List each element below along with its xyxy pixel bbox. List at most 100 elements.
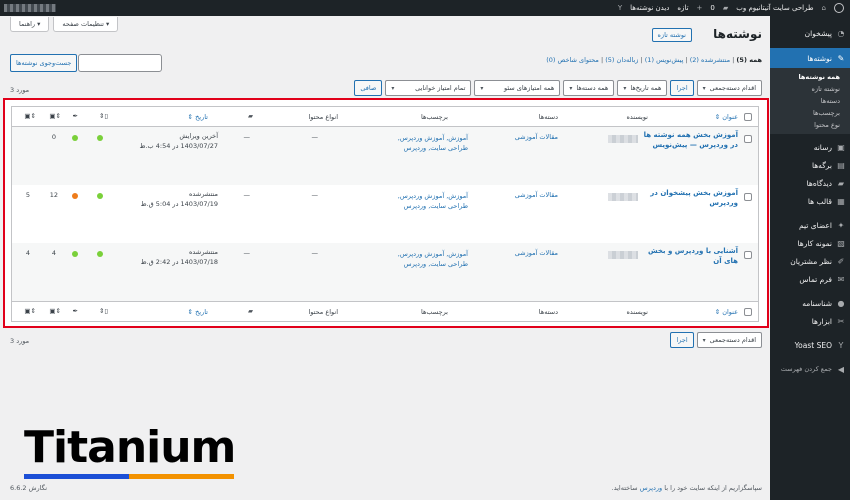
readability-column-icon[interactable]: ✒ — [73, 307, 78, 315]
filter-trash[interactable]: زباله‌دان (5) — [605, 56, 638, 64]
yoast-icon[interactable]: Y — [618, 4, 622, 12]
filter-all[interactable]: همه (5) — [736, 56, 762, 64]
readability-column-icon[interactable]: ✒ — [73, 112, 78, 120]
post-title-link[interactable]: آشنایی با وردپرس و بخش های آن — [638, 247, 738, 267]
post-content-type: — — [311, 249, 319, 257]
column-date-footer[interactable]: تاریخ ⇕ — [188, 308, 208, 316]
comment-icon[interactable]: ▰ — [723, 4, 728, 12]
column-title-footer[interactable]: عنوان ⇕ — [715, 308, 738, 316]
row-checkbox[interactable] — [744, 251, 752, 259]
post-title-link[interactable]: آموزش بخش پیشخوان در وردپرس — [638, 189, 738, 209]
menu-dashboard[interactable]: ◔ پیشخوان — [770, 24, 850, 42]
add-new-post-button[interactable]: نوشته تازه — [651, 28, 692, 42]
table-row: آموزش بخش پیشخوان در وردپرس مقالات آموزش… — [12, 185, 758, 243]
menu-pages[interactable]: ▤ برگه‌ها — [770, 156, 850, 174]
menu-portfolio[interactable]: ▧ نمونه کارها — [770, 234, 850, 252]
posts-table-highlight: عنوان ⇕ نویسنده دسته‌ها برچسب‌ها انواع م… — [3, 98, 769, 328]
post-date-value: 1403/07/19 در 5:04 ق.ظ — [140, 200, 218, 209]
seo-score-column-icon[interactable]: ▯⇕ — [99, 307, 108, 315]
post-category[interactable]: مقالات آموزشی — [515, 133, 558, 141]
post-tags[interactable]: آموزش, آموزش وردپرس, طراحی سایت, وردپرس — [388, 133, 468, 154]
search-posts-button[interactable]: جست‌وجوی نوشته‌ها — [10, 54, 78, 72]
menu-label: رسانه — [813, 142, 832, 152]
search-input[interactable] — [78, 54, 162, 72]
filter-cornerstone[interactable]: محتوای شاخص (0) — [546, 56, 599, 64]
select-all-checkbox-footer[interactable] — [744, 308, 752, 316]
menu-testimonials[interactable]: ✐ نظر مشتریان — [770, 252, 850, 270]
post-tags[interactable]: آموزش, آموزش وردپرس, طراحی سایت, وردپرس — [388, 249, 468, 270]
titanium-logo: Titanium — [24, 426, 236, 486]
collapse-menu-button[interactable]: ◀ جمع کردن فهرست — [770, 360, 850, 378]
incoming-links-column-icon[interactable]: ⇕▣ — [24, 112, 36, 120]
filter-published[interactable]: منتشرشده (2) — [690, 56, 730, 64]
menu-tools[interactable]: ✂ ابزارها — [770, 312, 850, 330]
incoming-links-column-icon[interactable]: ⇕▣ — [24, 307, 36, 315]
post-author[interactable] — [608, 193, 638, 201]
menu-templates[interactable]: ▦ قالب ها — [770, 192, 850, 210]
submenu-categories[interactable]: دسته‌ها — [770, 95, 850, 107]
submenu-add-new[interactable]: نوشته تازه — [770, 83, 850, 95]
post-author[interactable] — [608, 251, 638, 259]
internal-links-column-icon[interactable]: ⇕▣ — [49, 112, 61, 120]
menu-label: Yoast SEO — [794, 340, 832, 350]
screen-options-label: تنظیمات صفحه — [62, 20, 104, 28]
help-button[interactable]: راهنما ▾ — [10, 17, 50, 32]
screen-options-button[interactable]: تنظیمات صفحه ▾ — [53, 17, 119, 32]
apply-button-bottom[interactable]: اجرا — [670, 332, 694, 348]
comments-column-icon[interactable]: ▰ — [248, 112, 253, 120]
site-name-link[interactable]: طراحی سایت آتیتانیوم وب — [736, 4, 813, 12]
bulk-action-select-bottom[interactable]: اقدام دسته‌جمعی ▾ — [696, 332, 762, 348]
post-category[interactable]: مقالات آموزشی — [515, 191, 558, 199]
wordpress-logo-icon[interactable] — [834, 3, 844, 13]
tablenav-top: اقدام دسته‌جمعی ▾ اجرا همه تاریخ‌ها ▾ همه … — [10, 80, 762, 96]
row-checkbox[interactable] — [744, 193, 752, 201]
main-content: راهنما ▾ تنظیمات صفحه ▾ نوشته‌ها نوشته ت… — [0, 16, 770, 500]
readability-filter-select[interactable]: تمام امتیاز خوانایی ▾ — [385, 80, 472, 96]
seo-filter-select[interactable]: همه امتیازهای سئو ▾ — [474, 80, 561, 96]
submenu-all-posts[interactable]: همه نوشته‌ها — [770, 71, 850, 83]
readability-score-dot — [72, 251, 78, 257]
comments-column-icon[interactable]: ▰ — [248, 307, 253, 315]
comments-count[interactable]: 0 — [710, 4, 714, 12]
row-checkbox[interactable] — [744, 135, 752, 143]
submenu-content-type[interactable]: نوع محتوا — [770, 119, 850, 131]
seo-score-dot — [97, 193, 103, 199]
internal-links-column-icon[interactable]: ⇕▣ — [49, 307, 61, 315]
pages-icon: ▤ — [837, 160, 845, 170]
wordpress-link[interactable]: وردپرس — [640, 484, 663, 492]
post-tags[interactable]: آموزش, آموزش وردپرس, طراحی سایت, وردپرس — [388, 191, 468, 212]
view-posts-link[interactable]: دیدن نوشته‌ها — [630, 4, 669, 12]
user-icon: ● — [837, 298, 845, 308]
submenu-tags[interactable]: برچسب‌ها — [770, 107, 850, 119]
filter-button[interactable]: صافی — [354, 80, 383, 96]
new-content-link[interactable]: تازه — [677, 4, 688, 12]
menu-contact-form[interactable]: ✉ فرم تماس — [770, 270, 850, 288]
bulk-action-select[interactable]: اقدام دسته‌جمعی ▾ — [696, 80, 762, 96]
menu-label: نوشته‌ها — [807, 53, 832, 63]
column-date[interactable]: تاریخ ⇕ — [188, 113, 208, 121]
column-title[interactable]: عنوان ⇕ — [715, 113, 738, 121]
category-filter-select[interactable]: همه دسته‌ها ▾ — [563, 80, 615, 96]
post-title-link[interactable]: آموزش بخش همه نوشته ها در وردپرس — پیش‌ن… — [638, 131, 738, 151]
date-filter-select[interactable]: همه تاریخ‌ها ▾ — [617, 80, 668, 96]
post-date-value: 1403/07/18 در 2:42 ق.ظ — [140, 258, 218, 267]
internal-links-count: 12 — [49, 191, 58, 199]
media-icon: ▣ — [837, 142, 845, 152]
filter-draft[interactable]: پیش‌نویس (1) — [645, 56, 684, 64]
menu-profile[interactable]: ● شناسنامه — [770, 294, 850, 312]
post-category[interactable]: مقالات آموزشی — [515, 249, 558, 257]
post-date: آخرین ویرایش 1403/07/27 در 4:54 ب.ظ — [138, 131, 218, 152]
apply-button[interactable]: اجرا — [670, 80, 694, 96]
seo-score-column-icon[interactable]: ▯⇕ — [99, 112, 108, 120]
menu-team[interactable]: ✦ اعضای تیم — [770, 216, 850, 234]
menu-media[interactable]: ▣ رسانه — [770, 138, 850, 156]
menu-posts[interactable]: ✎ نوشته‌ها — [770, 48, 850, 68]
post-date-value: 1403/07/27 در 4:54 ب.ظ — [139, 142, 218, 151]
menu-yoast[interactable]: Y Yoast SEO — [770, 336, 850, 354]
menu-label: اعضای تیم — [799, 220, 832, 230]
blurred-account[interactable] — [4, 4, 56, 12]
post-author[interactable] — [608, 135, 638, 143]
menu-comments[interactable]: ▰ دیدگاه‌ها — [770, 174, 850, 192]
select-all-checkbox[interactable] — [744, 113, 752, 121]
column-tags: برچسب‌ها — [420, 113, 448, 121]
